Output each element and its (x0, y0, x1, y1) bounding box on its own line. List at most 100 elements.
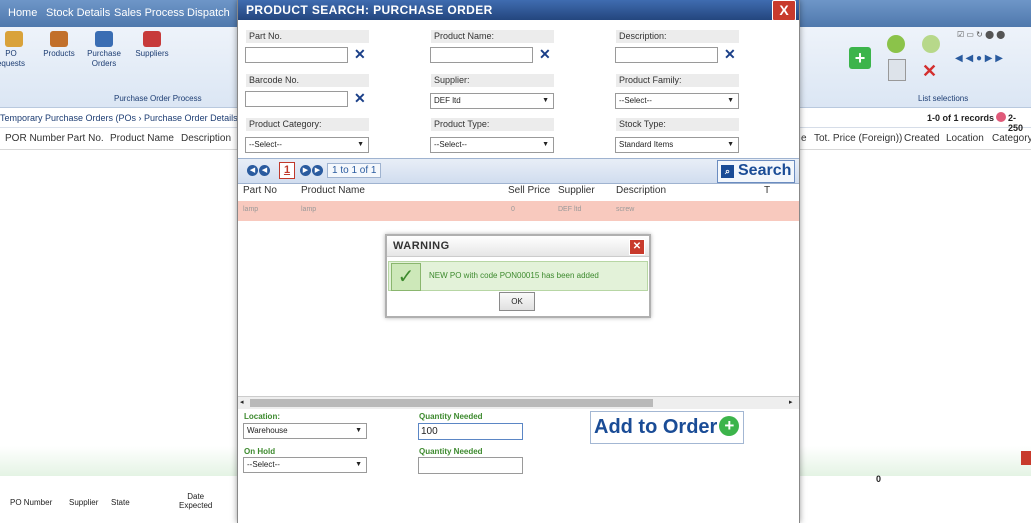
ok-button[interactable]: OK (499, 292, 535, 311)
search-button[interactable]: ⌕ Search (717, 160, 795, 183)
add-icon[interactable]: + (849, 47, 871, 69)
chevron-down-icon: ▼ (355, 427, 362, 434)
quantity-needed-input-2[interactable] (418, 457, 523, 474)
col-tot-price[interactable]: Tot. Price (Foreign)) (814, 133, 902, 144)
first-page-icon[interactable]: ◀ (247, 165, 258, 176)
calculator-icon[interactable] (888, 59, 906, 81)
modal-title: PRODUCT SEARCH: PURCHASE ORDER (246, 3, 493, 17)
ribbon-po-requests[interactable]: PO equests (0, 31, 26, 69)
ribbon-products[interactable]: Products (40, 31, 78, 59)
col-date-expected[interactable]: Date Expected (179, 492, 212, 510)
add-to-order-label: Add to Order (594, 416, 718, 438)
product-family-select[interactable]: --Select-- ▼ (615, 93, 739, 109)
col-state[interactable]: State (111, 498, 130, 507)
warning-message-box: ✓ NEW PO with code PON00015 has been add… (388, 261, 648, 291)
scroll-left-icon[interactable]: ◂ (240, 398, 244, 406)
nav-sales-process[interactable]: Sales Process (114, 7, 184, 19)
quantity-needed-label-2: Quantity Needed (419, 447, 483, 456)
chevron-down-icon: ▼ (542, 141, 549, 148)
product-category-select[interactable]: --Select-- ▼ (245, 137, 369, 153)
product-family-select-value: --Select-- (619, 96, 652, 105)
stock-type-select[interactable]: Standard Items ▼ (615, 137, 739, 153)
add-to-order-button[interactable]: Add to Order + (590, 411, 744, 444)
product-name-input[interactable] (430, 47, 533, 63)
part-no-input[interactable] (245, 47, 348, 63)
location-select[interactable]: Warehouse ▼ (243, 423, 367, 439)
on-hold-select[interactable]: --Select-- ▼ (243, 457, 367, 473)
col-location[interactable]: Location (946, 133, 984, 144)
col-category[interactable]: Category (992, 133, 1031, 144)
page-range: 1 to 1 of 1 (327, 163, 382, 178)
results-pager: ◀ ◀ 1 ▶ ▶ 1 to 1 of 1 ⌕ Search (238, 158, 799, 184)
supplier-label: Supplier: (431, 74, 554, 87)
list-tools-icons[interactable]: ☑ ▭ ↻ ⬤ ⬤ (957, 30, 1005, 39)
location-select-value: Warehouse (247, 426, 288, 435)
clear-description-icon[interactable]: ✕ (724, 46, 736, 63)
records-count: 1-0 of 1 records (927, 113, 995, 123)
breadcrumb-text[interactable]: Temporary Purchase Orders (POs › Purchas… (0, 113, 238, 123)
barcode-no-input[interactable] (245, 91, 348, 107)
last-page-icon[interactable]: ▶ (312, 165, 323, 176)
clear-filter-icon[interactable]: ✕ (922, 61, 940, 81)
background-bottom-header: PO Number Supplier State Date Expected (0, 488, 237, 523)
res-col-product-name[interactable]: Product Name (301, 185, 365, 196)
res-col-part-no[interactable]: Part No (243, 185, 277, 196)
product-family-label: Product Family: (616, 74, 739, 87)
nav-home[interactable]: Home (8, 7, 37, 19)
modal-close-button[interactable]: X (772, 0, 796, 21)
prev-page-icon[interactable]: ◀ (259, 165, 270, 176)
suppliers-icon (143, 31, 161, 47)
product-search-modal: PRODUCT SEARCH: PURCHASE ORDER X Part No… (237, 0, 800, 523)
clear-part-no-icon[interactable]: ✕ (354, 46, 366, 63)
supplier-select[interactable]: DEF ltd ▼ (430, 93, 554, 109)
warning-close-icon[interactable]: ✕ (629, 239, 645, 255)
clear-product-name-icon[interactable]: ✕ (539, 46, 551, 63)
clear-barcode-no-icon[interactable]: ✕ (354, 90, 366, 107)
description-label: Description: (616, 30, 739, 43)
ribbon-purchase-orders[interactable]: Purchase Orders (82, 31, 126, 69)
check-icon: ✓ (391, 263, 421, 291)
products-icon (50, 31, 68, 47)
description-input[interactable] (615, 47, 718, 63)
plus-circle-icon: + (719, 416, 740, 436)
table-row[interactable]: lamp lamp 0 DEF ltd screw (238, 201, 799, 221)
warning-titlebar: WARNING ✕ (387, 236, 649, 257)
ribbon-suppliers[interactable]: Suppliers (130, 31, 174, 59)
chevron-down-icon: ▼ (727, 141, 734, 148)
col-supplier[interactable]: Supplier (69, 498, 98, 507)
confirm-icon[interactable] (922, 35, 940, 53)
res-col-t[interactable]: T (764, 185, 770, 196)
col-part-no[interactable]: Part No. (67, 133, 104, 144)
background-total: 0 (876, 474, 882, 484)
background-close-icon[interactable] (1021, 451, 1031, 465)
quantity-needed-value: 100 (421, 426, 438, 437)
list-nav-icons[interactable]: ◀ ◀ ● ▶ ▶ (955, 53, 1003, 64)
next-page-icon[interactable]: ▶ (300, 165, 311, 176)
chevron-down-icon: ▼ (355, 461, 362, 468)
on-hold-select-value: --Select-- (247, 460, 280, 469)
scrollbar-thumb[interactable] (250, 399, 653, 407)
col-po-number[interactable]: PO Number (10, 498, 52, 507)
col-product-name[interactable]: Product Name (110, 133, 174, 144)
barcode-no-label: Barcode No. (246, 74, 369, 87)
col-truncated[interactable]: e (801, 133, 807, 144)
product-type-select-value: --Select-- (434, 140, 467, 149)
res-col-description[interactable]: Description (616, 185, 666, 196)
refresh-icon[interactable] (887, 35, 905, 53)
records-icon (996, 112, 1006, 122)
col-created[interactable]: Created (904, 133, 940, 144)
col-description[interactable]: Description (181, 133, 231, 144)
nav-dispatch[interactable]: Dispatch (187, 7, 230, 19)
res-col-supplier[interactable]: Supplier (558, 185, 595, 196)
search-icon: ⌕ (721, 165, 734, 178)
ribbon-group-label: Purchase Order Process (114, 94, 202, 103)
quantity-needed-input[interactable]: 100 (418, 423, 523, 440)
product-type-select[interactable]: --Select-- ▼ (430, 137, 554, 153)
col-por-number[interactable]: POR Number (5, 133, 65, 144)
purchase-orders-icon (95, 31, 113, 47)
results-scrollbar[interactable]: ◂ ▸ (238, 396, 799, 409)
nav-stock-details[interactable]: Stock Details (46, 7, 110, 19)
scroll-right-icon[interactable]: ▸ (789, 398, 793, 406)
res-col-sell-price[interactable]: Sell Price (508, 185, 550, 196)
current-page[interactable]: 1 (279, 162, 295, 179)
